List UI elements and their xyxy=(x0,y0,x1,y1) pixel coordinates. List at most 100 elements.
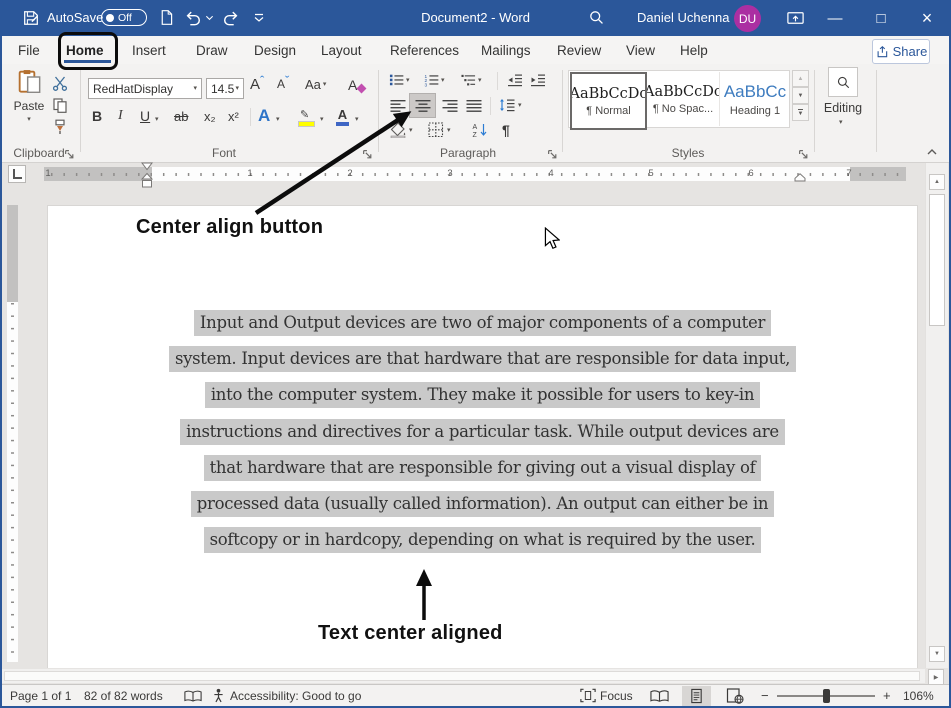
change-case-button[interactable]: Aa ▾ xyxy=(305,77,326,92)
selected-text-line[interactable]: softcopy or in hardcopy, depending on wh… xyxy=(204,527,762,553)
text-effects-button[interactable]: A xyxy=(258,106,270,126)
borders-caret-icon[interactable]: ▾ xyxy=(447,127,451,134)
user-name[interactable]: Daniel Uchenna xyxy=(637,10,730,25)
numbering-caret-icon[interactable]: ▾ xyxy=(441,77,445,84)
page-indicator[interactable]: Page 1 of 1 xyxy=(10,689,71,703)
tab-layout[interactable]: Layout xyxy=(317,36,366,64)
font-size-select[interactable]: 14.5 ▾ xyxy=(206,78,244,99)
underline-button[interactable]: U xyxy=(140,108,150,124)
line-spacing-caret-icon[interactable]: ▾ xyxy=(518,102,522,109)
line-spacing-icon[interactable] xyxy=(499,98,515,112)
print-layout-selected[interactable] xyxy=(682,686,711,706)
proofing-icon[interactable] xyxy=(184,689,202,703)
tab-design[interactable]: Design xyxy=(250,36,300,64)
close-button[interactable]: × xyxy=(907,0,947,36)
font-color-caret-icon[interactable]: ▾ xyxy=(355,116,359,123)
right-indent-marker-icon[interactable] xyxy=(794,173,806,182)
avatar[interactable]: DU xyxy=(734,5,761,32)
align-left-icon[interactable] xyxy=(390,99,406,112)
maximize-button[interactable]: □ xyxy=(861,0,901,36)
format-painter-icon[interactable] xyxy=(52,119,68,135)
editing-button[interactable] xyxy=(828,67,858,97)
tab-draw[interactable]: Draw xyxy=(192,36,232,64)
bold-button[interactable]: B xyxy=(92,108,102,124)
ribbon-display-options-icon[interactable] xyxy=(786,10,805,26)
underline-caret-icon[interactable]: ▾ xyxy=(155,116,159,123)
collapse-ribbon-icon[interactable] xyxy=(926,148,938,156)
tab-references[interactable]: References xyxy=(386,36,463,64)
vertical-scrollbar[interactable]: ▲ ▼ xyxy=(925,163,948,668)
tab-file[interactable]: File xyxy=(14,36,44,64)
styles-more-button[interactable]: ▼ xyxy=(792,104,809,121)
show-hide-pilcrow-button[interactable]: ¶ xyxy=(502,122,510,138)
subscript-button[interactable]: x₂ xyxy=(204,109,216,124)
grow-font-button[interactable]: A ˆ xyxy=(250,76,264,93)
clipboard-dialog-launcher-icon[interactable] xyxy=(64,149,75,160)
indent-markers-icon[interactable] xyxy=(141,162,153,189)
share-button[interactable]: Share xyxy=(872,39,930,64)
selected-text-line[interactable]: that hardware that are responsible for g… xyxy=(204,455,762,481)
highlight-caret-icon[interactable]: ▾ xyxy=(320,116,324,123)
align-right-icon[interactable] xyxy=(442,99,458,112)
strikethrough-button[interactable]: ab xyxy=(174,109,188,124)
highlight-color-button[interactable]: ✎ xyxy=(298,108,315,127)
horizontal-scrollbar[interactable] xyxy=(2,669,925,683)
read-mode-icon[interactable] xyxy=(650,689,669,703)
selected-text-line[interactable]: into the computer system. They make it p… xyxy=(205,382,760,408)
selected-text-line[interactable]: system. Input devices are that hardware … xyxy=(169,346,796,372)
shading-caret-icon[interactable]: ▾ xyxy=(409,127,413,134)
focus-icon[interactable] xyxy=(580,688,596,703)
decrease-indent-icon[interactable] xyxy=(507,73,523,87)
style-normal[interactable]: AaBbCcDc ¶ Normal xyxy=(570,72,647,130)
multilevel-caret-icon[interactable]: ▾ xyxy=(478,77,482,84)
italic-button[interactable]: I xyxy=(118,108,123,124)
font-dialog-launcher-icon[interactable] xyxy=(362,149,373,160)
zoom-in-button[interactable]: + xyxy=(883,688,891,703)
selected-text-line[interactable]: instructions and directives for a partic… xyxy=(180,419,785,445)
styles-scroll-up-button[interactable]: ▲ xyxy=(792,70,809,87)
align-justify-icon[interactable] xyxy=(466,99,482,112)
word-count[interactable]: 82 of 82 words xyxy=(84,689,163,703)
tab-insert[interactable]: Insert xyxy=(128,36,170,64)
bullets-caret-icon[interactable]: ▾ xyxy=(406,77,410,84)
paste-button[interactable]: Paste ▾ xyxy=(10,69,48,141)
selected-text-line[interactable]: Input and Output devices are two of majo… xyxy=(194,310,771,336)
tab-help[interactable]: Help xyxy=(676,36,712,64)
v-ruler[interactable] xyxy=(7,205,18,662)
styles-scroll-down-button[interactable]: ▼ xyxy=(792,87,809,104)
borders-icon[interactable] xyxy=(428,122,444,138)
clear-formatting-button[interactable]: A xyxy=(348,77,365,93)
zoom-out-button[interactable]: − xyxy=(761,688,769,703)
accessibility-icon[interactable] xyxy=(213,688,224,703)
copy-icon[interactable] xyxy=(52,97,68,113)
accessibility-status[interactable]: Accessibility: Good to go xyxy=(230,689,361,703)
focus-label[interactable]: Focus xyxy=(600,689,633,703)
align-center-button-selected[interactable] xyxy=(409,93,436,118)
shrink-font-button[interactable]: A ˇ xyxy=(277,77,289,91)
editing-caret-icon[interactable]: ▾ xyxy=(839,119,843,126)
web-layout-icon[interactable] xyxy=(726,688,744,704)
font-family-select[interactable]: RedHatDisplay ▾ xyxy=(88,78,202,99)
tab-view[interactable]: View xyxy=(622,36,659,64)
scroll-up-icon[interactable]: ▲ xyxy=(929,174,945,190)
scroll-right-icon[interactable]: ▶ xyxy=(928,669,944,685)
tab-selector[interactable] xyxy=(8,165,26,183)
style-heading-1[interactable]: AaBbCc Heading 1 xyxy=(722,72,788,126)
style-no-spacing[interactable]: AaBbCcDc ¶ No Spac... xyxy=(647,72,720,126)
document-page[interactable]: Center align button Input and Output dev… xyxy=(47,205,918,668)
bullets-icon[interactable] xyxy=(389,73,404,87)
increase-indent-icon[interactable] xyxy=(530,73,546,87)
text-effects-caret-icon[interactable]: ▾ xyxy=(276,116,280,123)
zoom-slider-handle[interactable] xyxy=(823,689,830,703)
tab-mailings[interactable]: Mailings xyxy=(477,36,535,64)
multilevel-list-icon[interactable] xyxy=(461,73,476,87)
selected-text-line[interactable]: processed data (usually called informati… xyxy=(191,491,774,517)
superscript-button[interactable]: x² xyxy=(228,109,239,124)
styles-dialog-launcher-icon[interactable] xyxy=(798,149,809,160)
sort-icon[interactable] xyxy=(472,122,488,138)
cut-icon[interactable] xyxy=(52,75,68,91)
paragraph-dialog-launcher-icon[interactable] xyxy=(547,149,558,160)
h-ruler[interactable]: 11234567 xyxy=(44,167,906,181)
minimize-button[interactable]: — xyxy=(815,0,855,36)
zoom-level[interactable]: 106% xyxy=(903,689,934,703)
